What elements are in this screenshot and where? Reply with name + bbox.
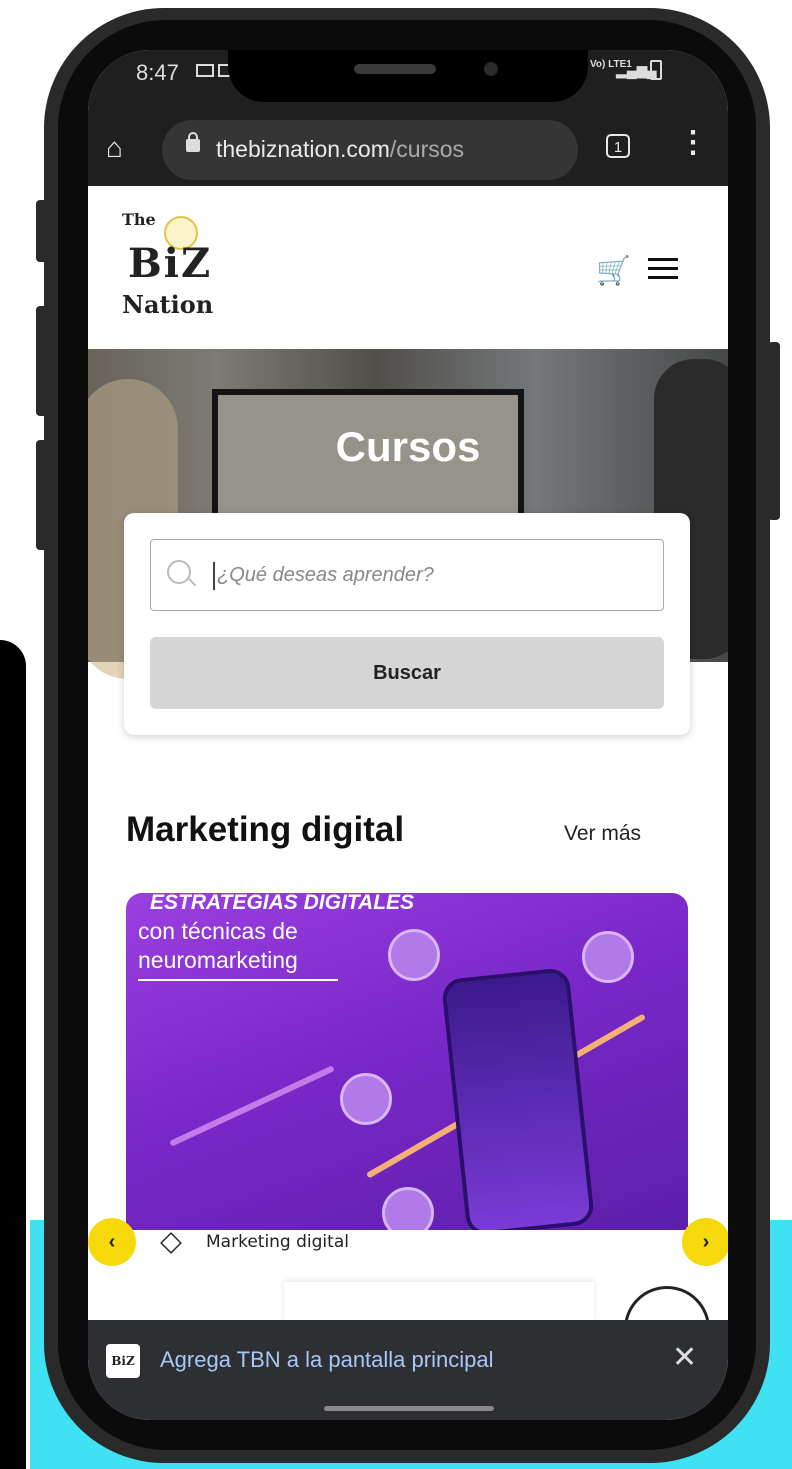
url-text: thebiznation.com/cursos (216, 136, 464, 163)
search-input[interactable]: ¿Qué deseas aprender? (150, 539, 664, 611)
search-placeholder: ¿Qué deseas aprender? (217, 564, 434, 586)
banner-logo: BiZ (106, 1344, 140, 1378)
partial-popup (284, 1282, 594, 1322)
address-bar[interactable]: thebiznation.com/cursos (162, 120, 578, 180)
text-caret (213, 562, 215, 590)
person-badge-icon (388, 929, 440, 981)
site-header: The BiZ Nation 🛒 (88, 186, 728, 349)
megaphone-badge-icon (340, 1073, 392, 1125)
course-category-label: Marketing digital (206, 1232, 349, 1252)
trend-arrow-left-graphic (169, 1065, 335, 1147)
tab-switcher-icon[interactable]: 1 (606, 134, 630, 158)
course-card-headline: ESTRATEGIAS DIGITALES (150, 893, 415, 914)
front-camera (484, 62, 498, 76)
carousel-prev-button[interactable]: ‹ (88, 1218, 136, 1266)
url-domain: thebiznation.com (216, 136, 390, 162)
layers-icon (160, 1232, 182, 1254)
hero-title: Cursos (335, 423, 481, 470)
speaker-grille (354, 64, 436, 74)
course-card[interactable]: ESTRATEGIAS DIGITALES con técnicas de ne… (126, 893, 688, 1230)
search-button[interactable]: Buscar (150, 637, 664, 709)
phone-screen: 8:47 Vo) LTE1 ▂▄▆ ▂▄ ⌂ thebiznation.com/… (88, 50, 728, 1420)
url-path: /cursos (389, 136, 465, 162)
hamburger-menu-icon[interactable] (648, 258, 678, 285)
install-banner[interactable]: BiZ Agrega TBN a la pantalla principal ✕ (88, 1320, 728, 1404)
browser-toolbar: ⌂ thebiznation.com/cursos 1 ⋮ (88, 114, 728, 186)
cart-icon[interactable]: 🛒 (596, 254, 631, 287)
gesture-bar (88, 1404, 728, 1420)
logo-nation: Nation (122, 290, 214, 319)
course-card-subline: con técnicas de neuromarketing (138, 918, 298, 973)
smartphone-graphic (440, 967, 596, 1230)
battery-icon (650, 60, 662, 80)
install-banner-text[interactable]: Agrega TBN a la pantalla principal (160, 1347, 493, 1373)
close-icon[interactable]: ✕ (672, 1340, 697, 1375)
gesture-handle[interactable] (324, 1406, 494, 1411)
search-icon (167, 560, 191, 584)
status-time: 8:47 (136, 60, 179, 85)
camera-notch (228, 50, 588, 102)
site-logo[interactable]: The BiZ Nation (122, 210, 242, 319)
logo-biz: BiZ (128, 240, 213, 287)
browser-menu-icon[interactable]: ⋮ (678, 128, 708, 158)
see-more-link[interactable]: Ver más (564, 822, 641, 846)
logo-the: The (122, 210, 156, 229)
section-title: Marketing digital (126, 810, 405, 849)
status-bar: 8:47 Vo) LTE1 ▂▄▆ ▂▄ (88, 50, 728, 114)
home-icon[interactable]: ⌂ (106, 132, 123, 164)
brain-badge-icon (382, 1187, 434, 1230)
course-card-underline (138, 979, 338, 981)
lightning-badge-icon (582, 931, 634, 983)
background-black-block (0, 640, 26, 1469)
lock-icon (186, 132, 200, 152)
search-card: ¿Qué deseas aprender? Buscar (124, 513, 690, 735)
carousel-next-button[interactable]: › (682, 1218, 728, 1266)
cast-icon (196, 64, 214, 77)
